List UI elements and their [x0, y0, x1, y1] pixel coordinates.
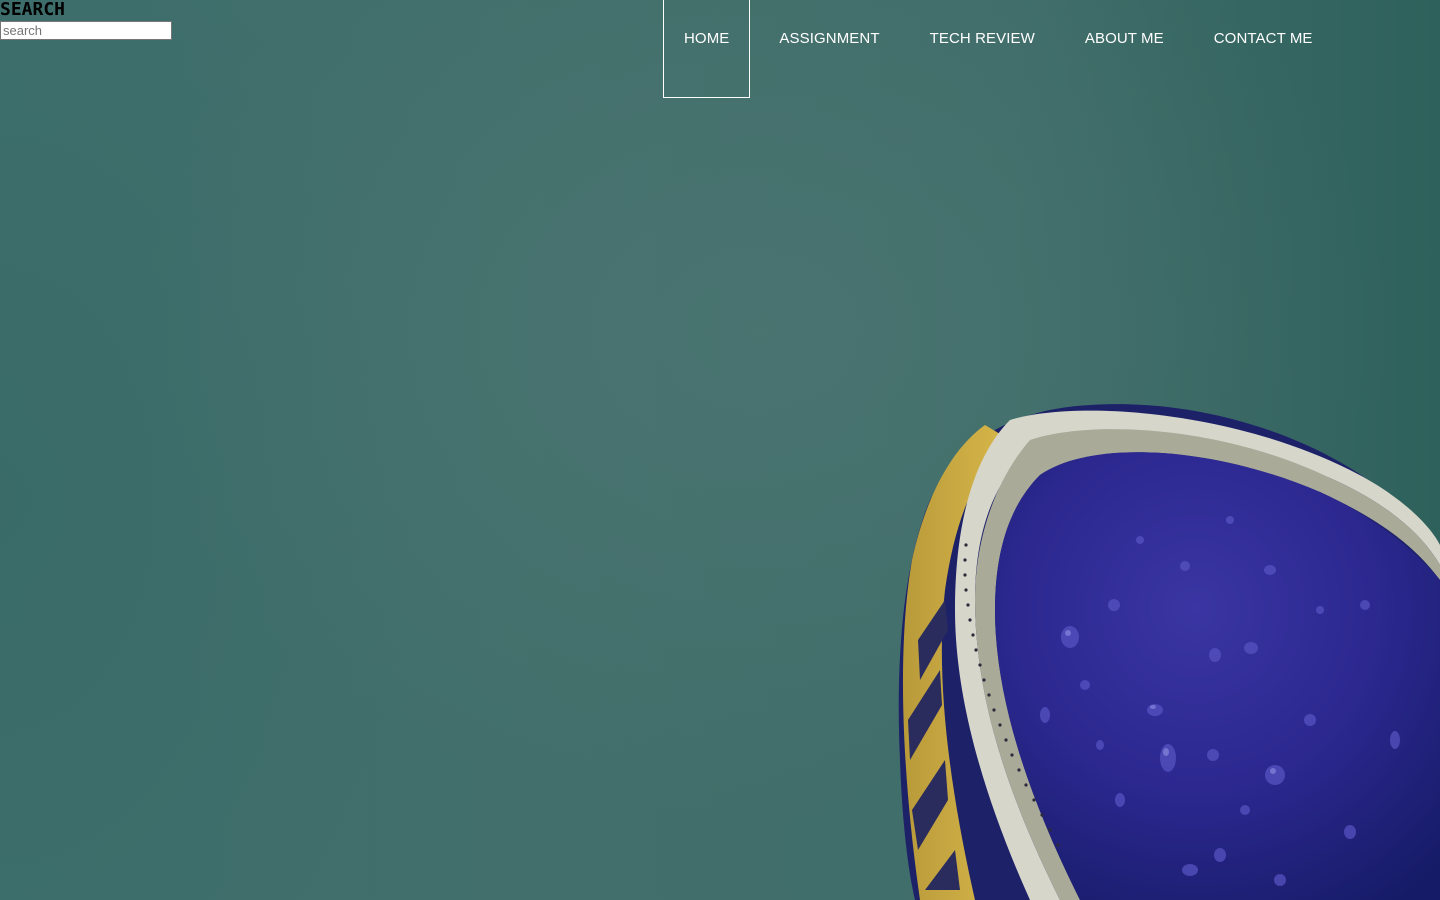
nav-item-home[interactable]: HOME — [663, 0, 751, 98]
search-input[interactable] — [0, 21, 172, 40]
nav-item-tech-review[interactable]: TECH REVIEW — [909, 0, 1056, 98]
hero-background — [0, 0, 1440, 900]
nav-item-contact-me[interactable]: CONTACT ME — [1193, 0, 1334, 98]
search-widget: SEARCH — [0, 0, 172, 40]
main-nav: HOME ASSIGNMENT TECH REVIEW ABOUT ME CON… — [663, 0, 1334, 98]
nav-item-assignment[interactable]: ASSIGNMENT — [758, 0, 900, 98]
nav-item-about-me[interactable]: ABOUT ME — [1064, 0, 1185, 98]
rugby-ball-image — [898, 404, 1440, 900]
search-heading: SEARCH — [0, 0, 66, 20]
